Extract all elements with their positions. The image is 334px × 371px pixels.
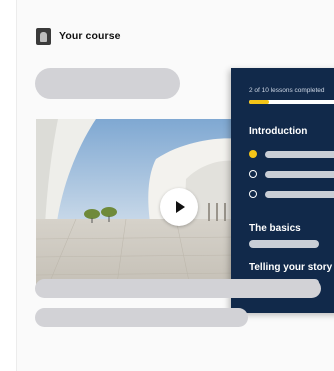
lesson-status-circle-icon (249, 190, 257, 198)
skeleton-text-line (35, 308, 248, 327)
lesson-item[interactable] (249, 190, 334, 198)
skeleton-title-placeholder (35, 68, 180, 99)
section-title-telling-your-story[interactable]: Telling your story (249, 262, 332, 273)
lesson-item[interactable] (249, 150, 334, 158)
page-title: Your course (59, 30, 121, 42)
section-title-introduction[interactable]: Introduction (249, 126, 307, 137)
video-player[interactable] (36, 119, 236, 291)
course-progress-panel: 2 of 10 lessons completed Introduction T… (231, 68, 334, 313)
lesson-title-placeholder (265, 170, 334, 178)
lesson-item[interactable] (249, 170, 334, 178)
video-thumbnail (36, 119, 236, 291)
skeleton-text-line (35, 279, 321, 298)
progress-label: 2 of 10 lessons completed (249, 87, 325, 94)
lesson-current-indicator-icon (249, 150, 257, 158)
section-subtitle-placeholder (249, 240, 319, 248)
lesson-status-circle-icon (249, 170, 257, 178)
lesson-title-placeholder (265, 150, 334, 158)
lesson-title-placeholder (265, 190, 334, 198)
play-button[interactable] (160, 188, 198, 226)
progress-bar-fill (249, 100, 269, 104)
play-icon (176, 201, 185, 213)
header: Your course (36, 27, 121, 45)
progress-bar (249, 100, 334, 104)
app-logo-icon (36, 27, 51, 45)
section-title-the-basics[interactable]: The basics (249, 223, 301, 234)
